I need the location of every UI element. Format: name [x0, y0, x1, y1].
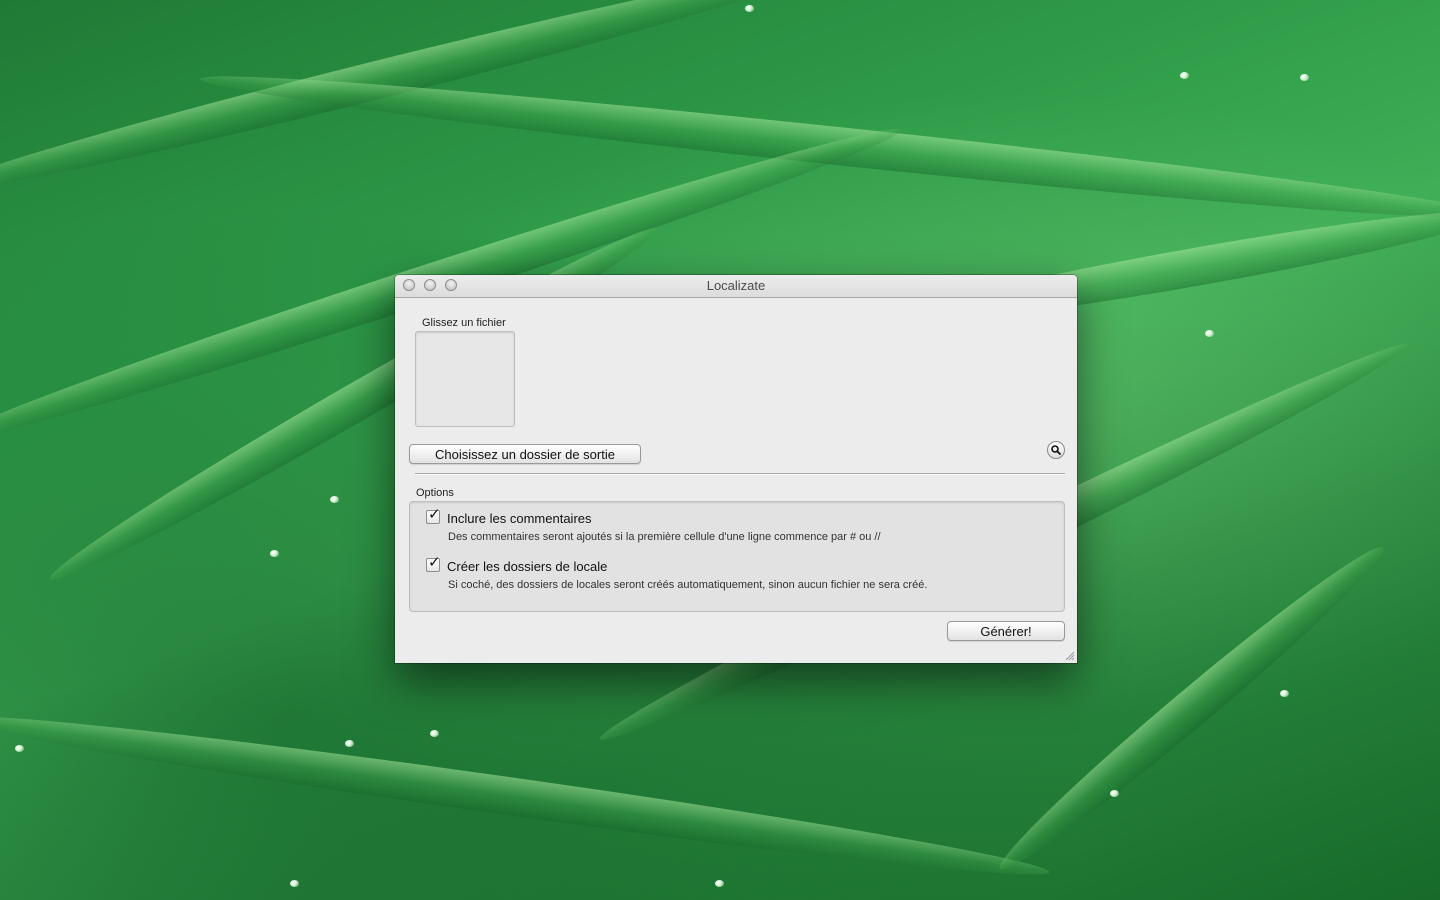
options-box: ✓ Inclure les commentaires Des commentai…	[409, 501, 1065, 612]
wallpaper-water-drop	[330, 496, 339, 503]
wallpaper-water-drop	[1300, 74, 1309, 81]
wallpaper-water-drop	[1280, 690, 1289, 697]
section-separator	[415, 473, 1065, 474]
wallpaper-water-drop	[1180, 72, 1189, 79]
reveal-output-button[interactable]	[1047, 441, 1065, 459]
magnifier-icon	[1051, 445, 1061, 455]
include-comments-checkbox[interactable]: ✓	[426, 506, 441, 524]
checkmark-icon: ✓	[428, 554, 441, 571]
wallpaper-water-drop	[1205, 330, 1214, 337]
wallpaper-water-drop	[290, 880, 299, 887]
window-title: Localizate	[706, 278, 766, 293]
window-titlebar[interactable]: Localizate	[395, 275, 1077, 298]
options-section-label: Options	[416, 487, 454, 499]
wallpaper-water-drop	[1110, 790, 1119, 797]
localizate-window: Localizate Glissez un fichier Choisissez…	[395, 275, 1077, 663]
file-drop-well[interactable]	[415, 331, 515, 427]
choose-output-folder-button[interactable]: Choisissez un dossier de sortie	[409, 444, 641, 464]
wallpaper-grass-blade	[0, 700, 1052, 891]
wallpaper-water-drop	[270, 550, 279, 557]
create-locale-folders-label[interactable]: Créer les dossiers de locale	[447, 559, 607, 574]
resize-grip-icon[interactable]	[1065, 651, 1075, 661]
checkmark-icon: ✓	[428, 506, 441, 523]
wallpaper-water-drop	[430, 730, 439, 737]
wallpaper-water-drop	[15, 745, 24, 752]
wallpaper-water-drop	[345, 740, 354, 747]
include-comments-description: Des commentaires seront ajoutés si la pr…	[448, 531, 881, 543]
create-locale-folders-description: Si coché, des dossiers de locales seront…	[448, 579, 928, 591]
generate-button[interactable]: Générer!	[947, 621, 1065, 641]
create-locale-folders-checkbox[interactable]: ✓	[426, 554, 441, 572]
include-comments-label[interactable]: Inclure les commentaires	[447, 511, 592, 526]
wallpaper-water-drop	[715, 880, 724, 887]
drop-area-label: Glissez un fichier	[422, 317, 506, 329]
wallpaper-water-drop	[745, 5, 754, 12]
